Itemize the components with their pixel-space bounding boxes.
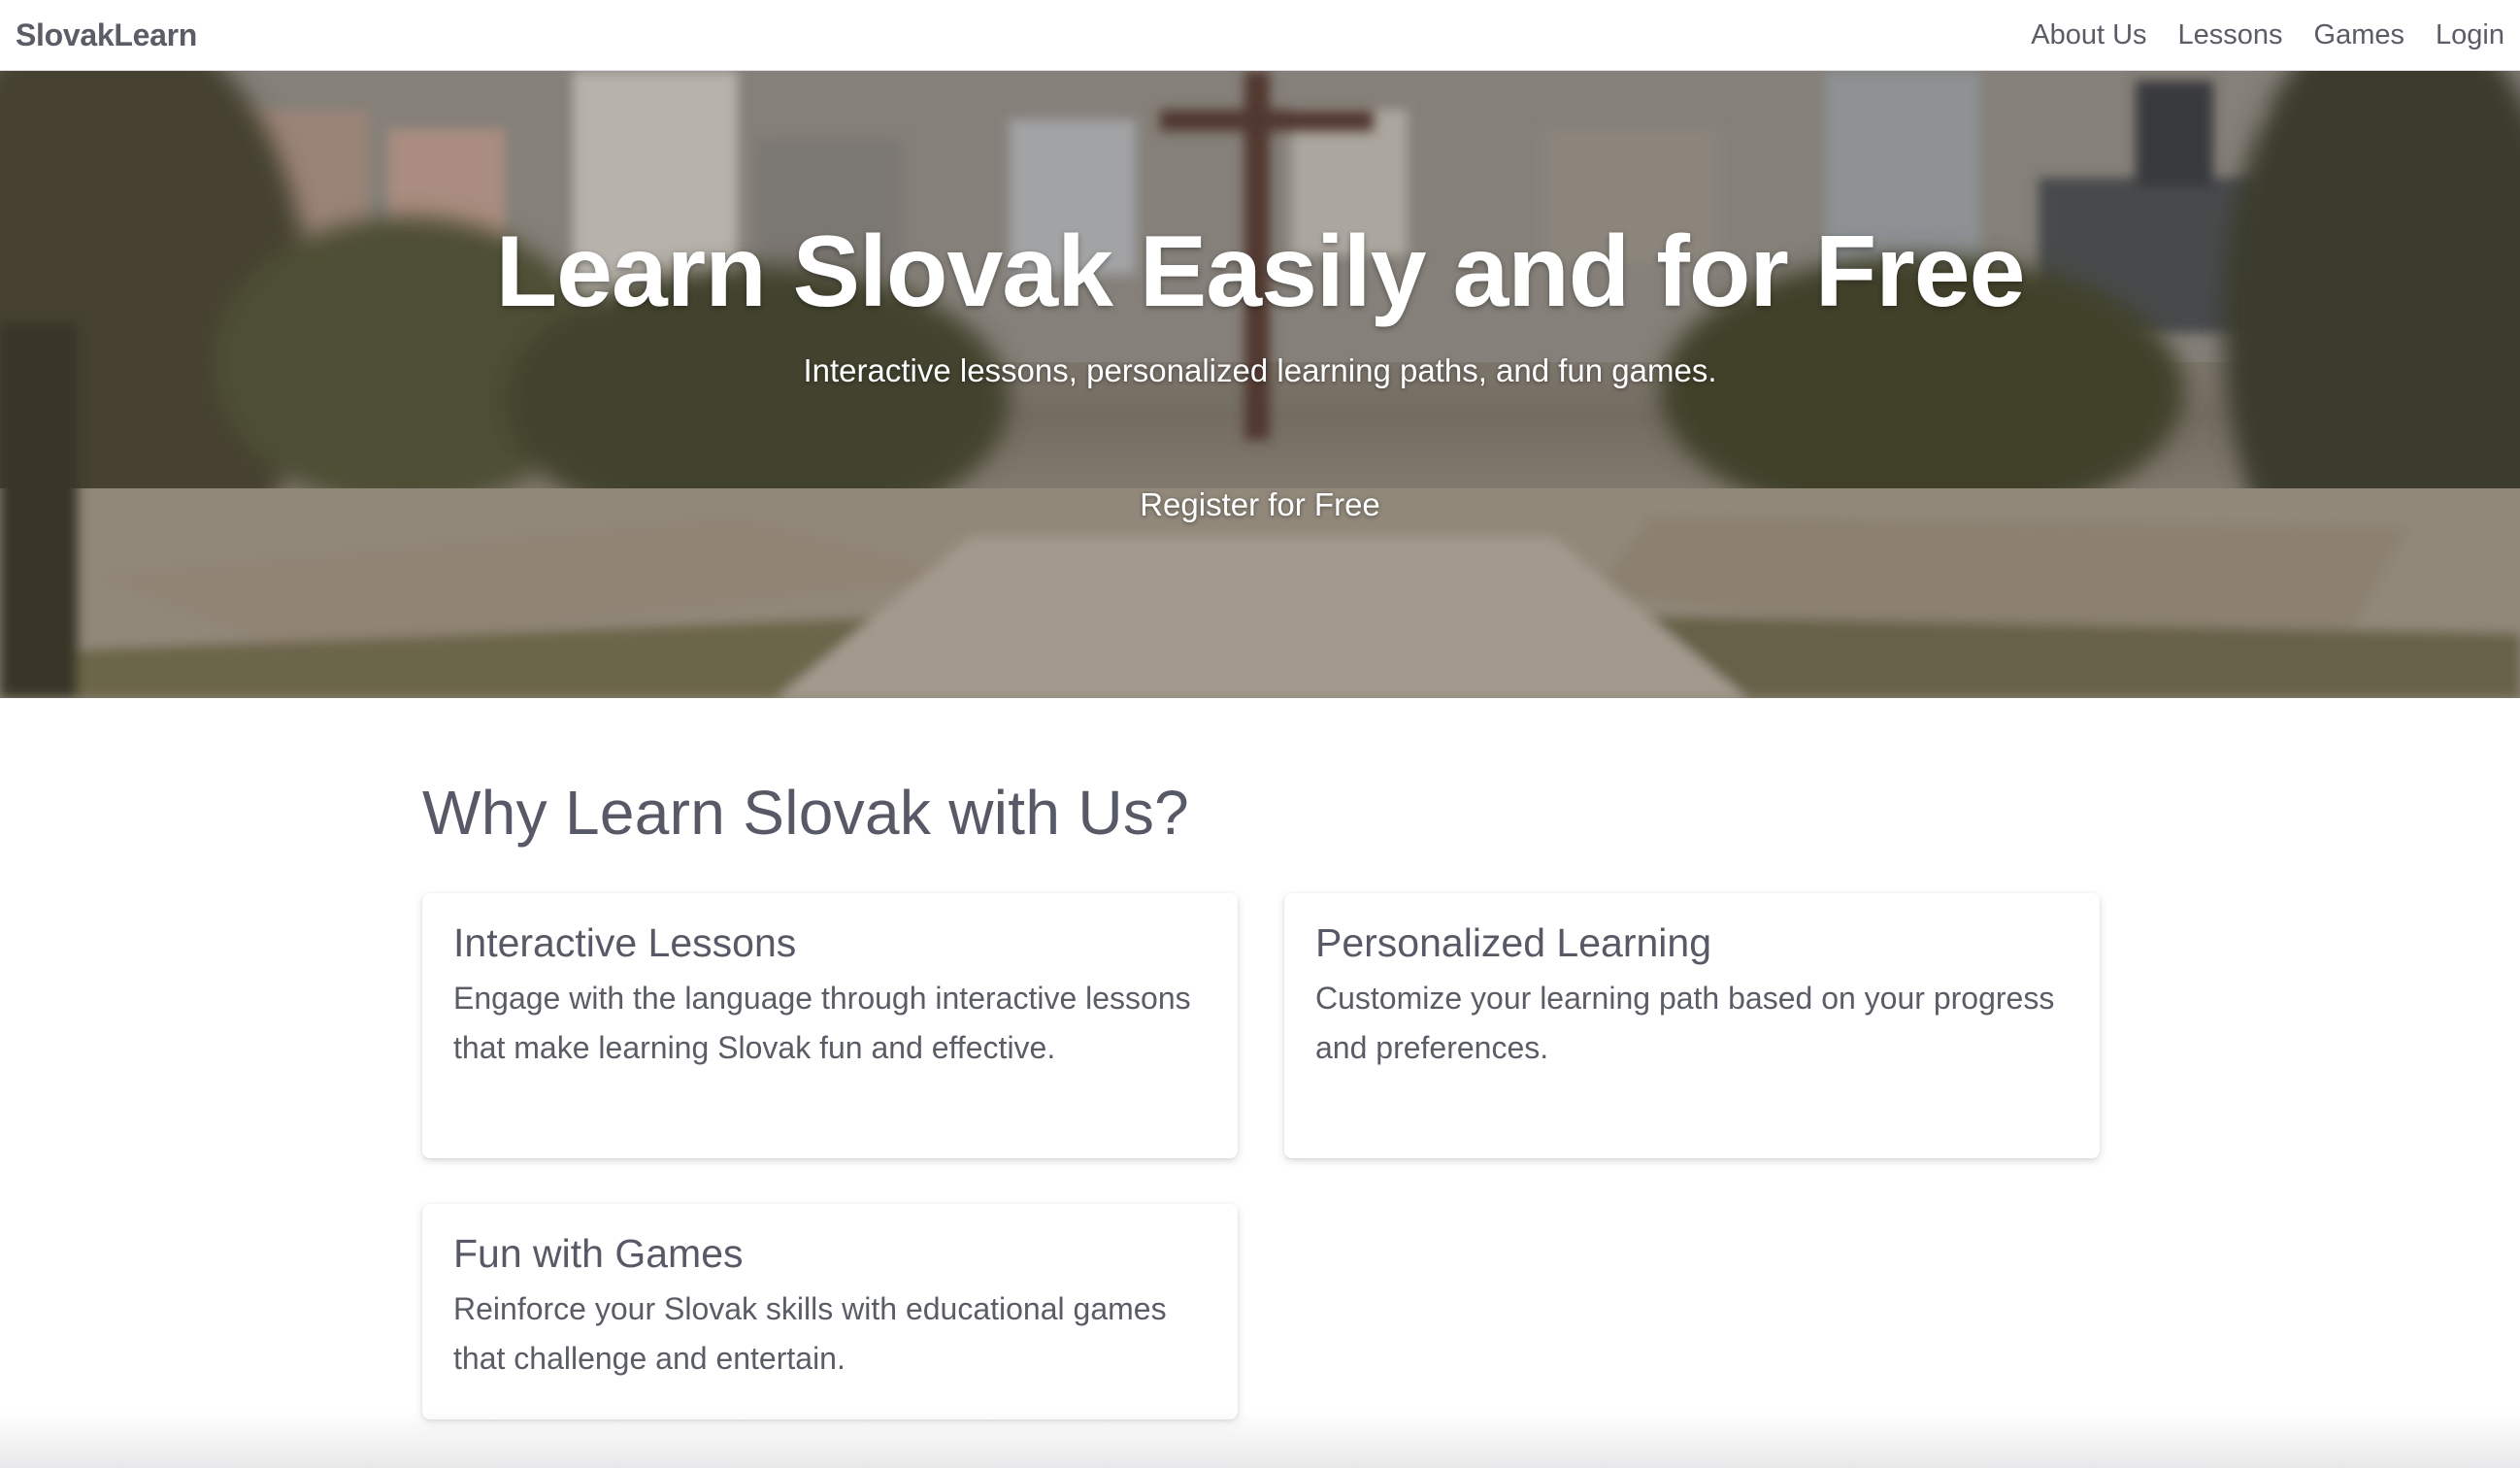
feature-card-title: Personalized Learning: [1315, 920, 1711, 965]
top-navbar: SlovakLearn About Us Lessons Games Login: [0, 0, 2520, 71]
features-section: Why Learn Slovak with Us? Interactive Le…: [422, 777, 2102, 1419]
feature-card-text: Reinforce your Slovak skills with educat…: [453, 1291, 1167, 1376]
hero-title: Learn Slovak Easily and for Free: [495, 216, 2026, 328]
nav-link-about-us[interactable]: About Us: [2031, 19, 2146, 51]
feature-card-text: Customize your learning path based on yo…: [1315, 981, 2055, 1065]
features-heading: Why Learn Slovak with Us?: [422, 778, 1190, 848]
feature-card-personalized-learning: Personalized Learning Customize your lea…: [1284, 893, 2100, 1158]
nav-link-login[interactable]: Login: [2436, 19, 2504, 51]
nav-link-lessons[interactable]: Lessons: [2178, 19, 2283, 51]
brand-logo-link[interactable]: SlovakLearn: [16, 17, 197, 53]
page-bottom-fade: [0, 1410, 2520, 1468]
feature-card-interactive-lessons: Interactive Lessons Engage with the lang…: [422, 893, 1238, 1158]
register-button[interactable]: Register for Free: [1120, 479, 1400, 531]
feature-card-title: Fun with Games: [453, 1231, 744, 1276]
hero-section: Learn Slovak Easily and for Free Interac…: [0, 71, 2520, 698]
nav-link-games[interactable]: Games: [2314, 19, 2404, 51]
feature-card-fun-with-games: Fun with Games Reinforce your Slovak ski…: [422, 1204, 1238, 1419]
main-nav: About Us Lessons Games Login: [2031, 19, 2504, 51]
feature-card-title: Interactive Lessons: [453, 920, 797, 965]
hero-subtitle: Interactive lessons, personalized learni…: [803, 352, 1717, 388]
feature-card-text: Engage with the language through interac…: [453, 981, 1191, 1065]
